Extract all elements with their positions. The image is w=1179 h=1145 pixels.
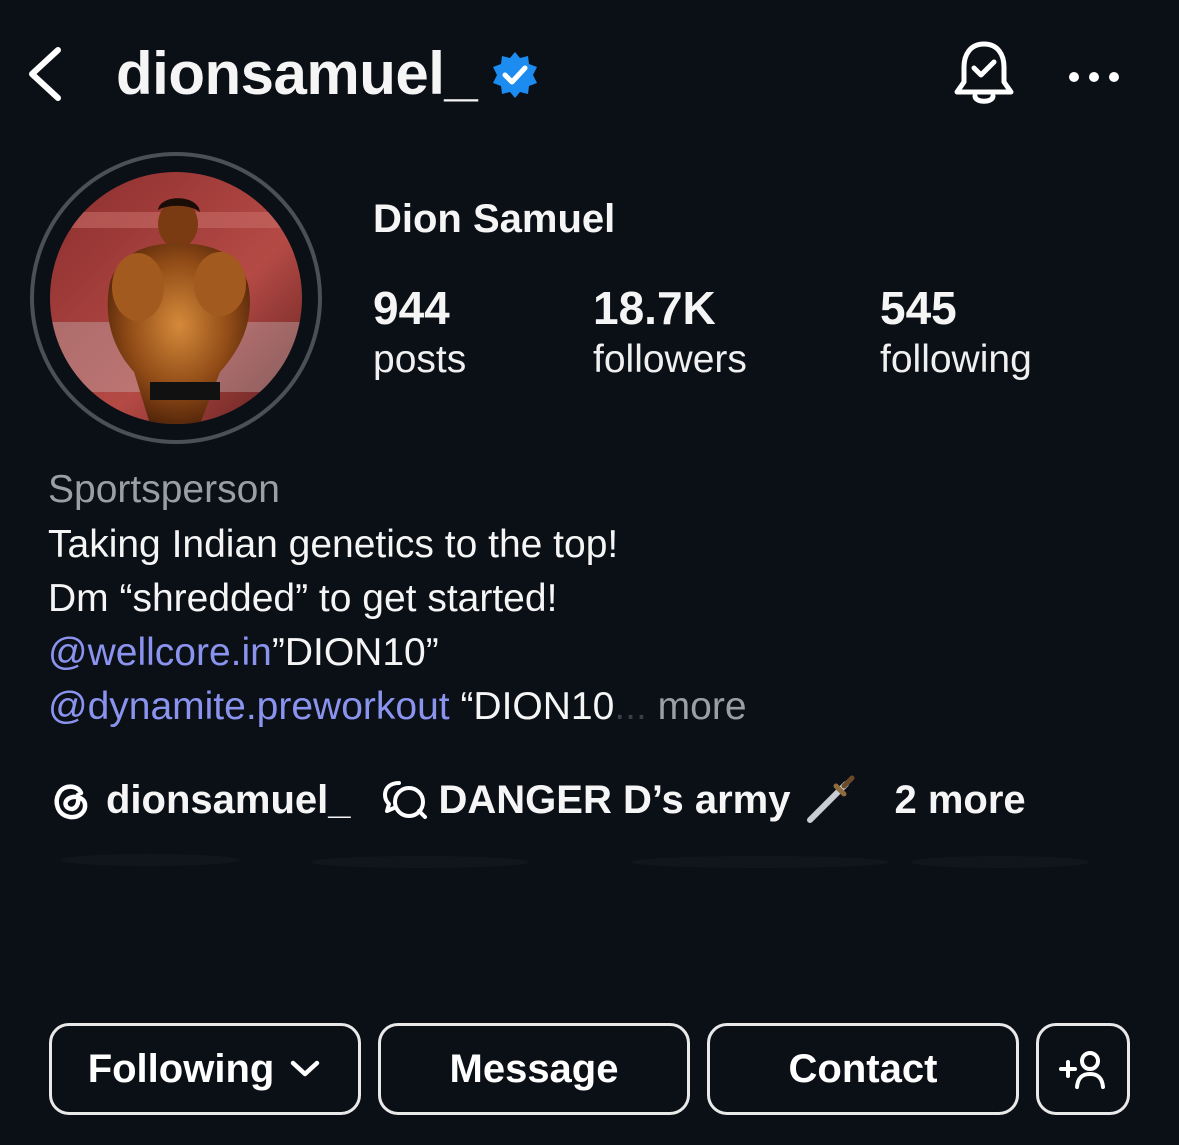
bio-text: ”DION10” bbox=[271, 631, 439, 674]
avatar-photo bbox=[50, 172, 302, 424]
bio-line: @dynamite.preworkout “DION10... more bbox=[48, 680, 747, 734]
stat-following-value: 545 bbox=[880, 282, 957, 334]
profile-category: Sportsperson bbox=[48, 468, 280, 511]
channel-name: DANGER D’s army bbox=[438, 777, 791, 822]
dagger-icon bbox=[807, 775, 855, 823]
bell-check-icon bbox=[954, 41, 1014, 104]
bio-line: Dm “shredded” to get started! bbox=[48, 577, 558, 620]
stat-posts[interactable]: 944 posts bbox=[373, 280, 466, 384]
message-button[interactable]: Message bbox=[378, 1023, 690, 1115]
threads-handle: dionsamuel_ bbox=[106, 777, 351, 822]
threads-icon bbox=[54, 784, 88, 820]
stat-following[interactable]: 545 following bbox=[880, 280, 1032, 384]
stat-following-label: following bbox=[880, 338, 1032, 381]
stat-followers-value: 18.7K bbox=[593, 282, 716, 334]
stat-followers-label: followers bbox=[593, 338, 747, 381]
contact-button[interactable]: Contact bbox=[707, 1023, 1019, 1115]
following-label: Following bbox=[87, 1046, 275, 1091]
threads-link[interactable]: dionsamuel_ bbox=[48, 777, 351, 823]
avatar[interactable] bbox=[50, 172, 302, 424]
story-highlights-area bbox=[0, 840, 1179, 1010]
stat-followers[interactable]: 18.7K followers bbox=[593, 280, 747, 384]
notifications-button[interactable] bbox=[950, 38, 1018, 110]
add-user-button[interactable] bbox=[1036, 1023, 1130, 1115]
more-horizontal-icon bbox=[1069, 72, 1119, 82]
stat-posts-label: posts bbox=[373, 338, 467, 381]
add-person-icon bbox=[1059, 1051, 1105, 1089]
message-label: Message bbox=[449, 1046, 619, 1091]
chat-bubbles-icon bbox=[382, 781, 427, 819]
bio-line: Taking Indian genetics to the top! bbox=[48, 523, 619, 566]
stat-posts-value: 944 bbox=[373, 282, 450, 334]
chevron-down-icon bbox=[291, 1060, 320, 1077]
bio-text: “DION10 bbox=[449, 685, 615, 728]
chevron-left-icon bbox=[29, 47, 61, 101]
contact-label: Contact bbox=[788, 1046, 938, 1091]
more-options-button[interactable] bbox=[1066, 62, 1122, 92]
verified-badge-icon bbox=[490, 50, 540, 100]
back-button[interactable] bbox=[22, 42, 70, 106]
mention-link[interactable]: @dynamite.preworkout bbox=[48, 685, 450, 728]
bio-more-link[interactable]: more bbox=[647, 685, 747, 728]
profile-username: dionsamuel_ bbox=[116, 40, 478, 107]
bio-line: @wellcore.in”DION10” bbox=[48, 626, 439, 680]
bio-ellipsis: ... bbox=[614, 685, 647, 728]
display-name: Dion Samuel bbox=[373, 197, 616, 241]
profile-links-row: dionsamuel_ DANGER D’s army 2 more bbox=[48, 770, 1026, 830]
following-button[interactable]: Following bbox=[49, 1023, 361, 1115]
more-links-button[interactable]: 2 more bbox=[894, 778, 1025, 823]
mention-link[interactable]: @wellcore.in bbox=[48, 631, 272, 674]
broadcast-channel-link[interactable]: DANGER D’s army bbox=[381, 772, 859, 828]
